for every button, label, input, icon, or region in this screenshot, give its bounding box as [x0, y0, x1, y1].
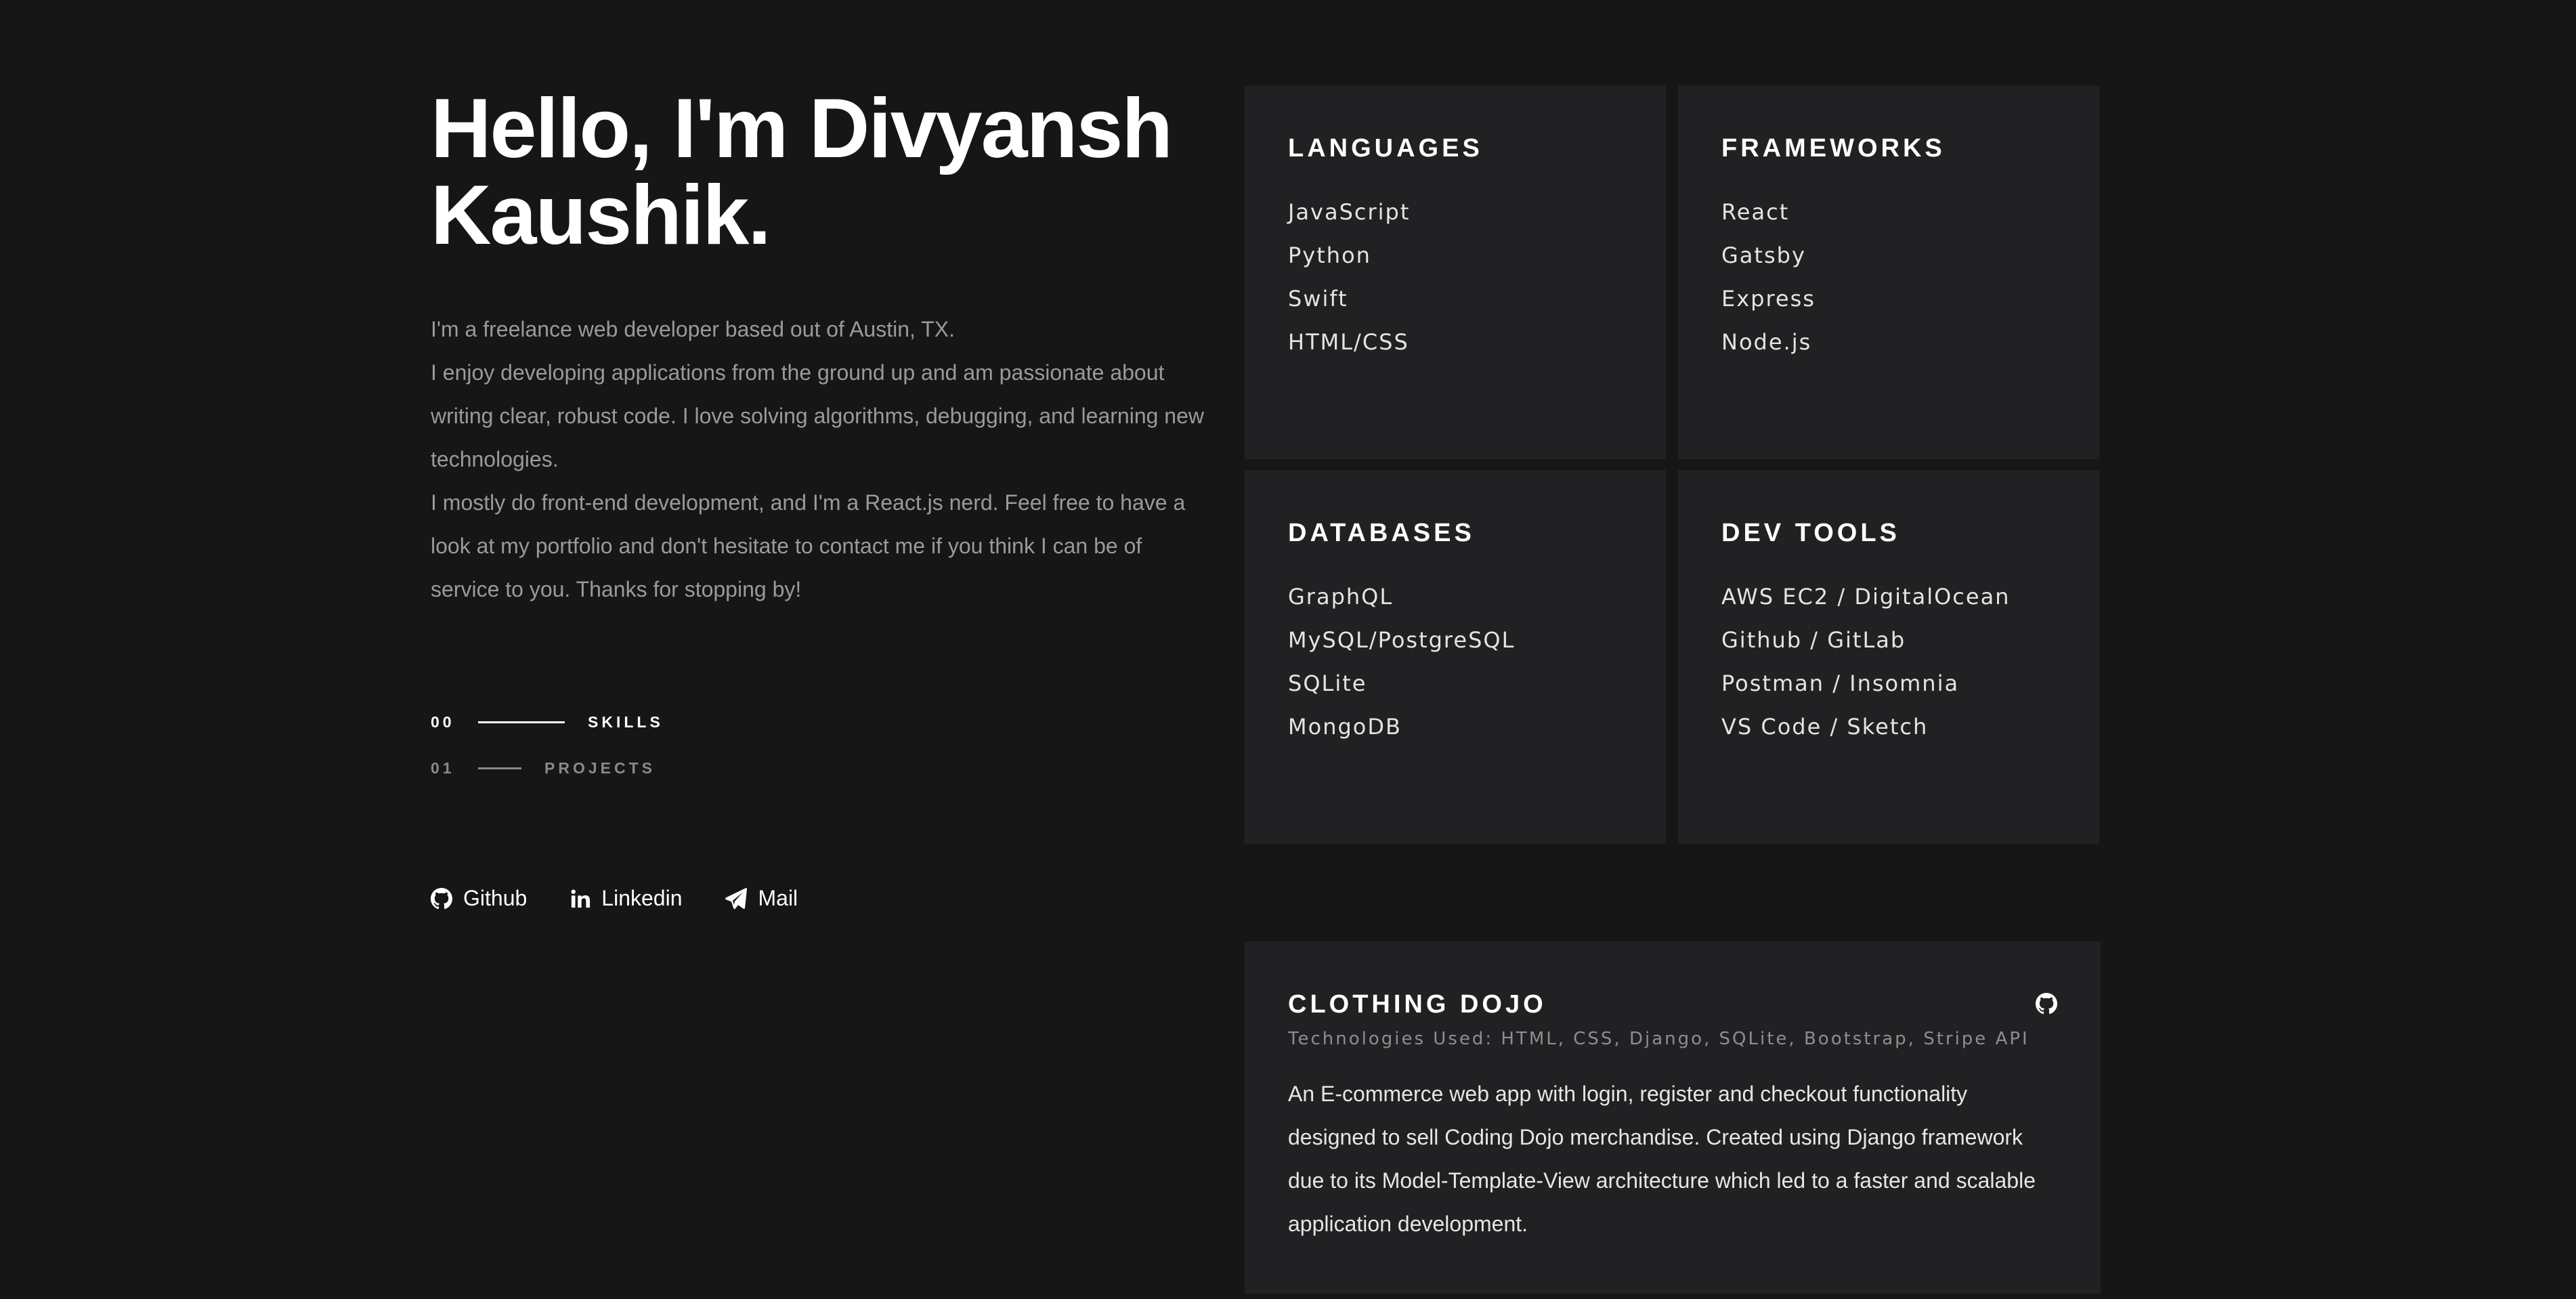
nav-label: SKILLS [588, 712, 664, 731]
project-header: CLOTHING DOJO [1288, 990, 2057, 1019]
linkedin-label: Linkedin [601, 886, 683, 910]
linkedin-link[interactable]: Linkedin [570, 886, 682, 911]
nav-number: 00 [431, 712, 455, 731]
nav-label: PROJECTS [544, 759, 656, 777]
skill-list: GraphQL MySQL/PostgreSQL SQLite MongoDB [1288, 575, 1666, 748]
card-title: DATABASES [1288, 519, 1475, 547]
mail-label: Mail [758, 886, 798, 910]
github-label: Github [463, 886, 528, 910]
skills-card-dev-tools: DEV TOOLS AWS EC2 / DigitalOcean Github … [1678, 470, 2099, 844]
project-title: CLOTHING DOJO [1288, 990, 1547, 1019]
card-title: FRAMEWORKS [1721, 134, 1946, 163]
skill-item: HTML/CSS [1288, 329, 1409, 355]
social-links: Github Linkedin Mail [431, 886, 1209, 911]
skills-card-databases: DATABASES GraphQL MySQL/PostgreSQL SQLit… [1245, 470, 1666, 844]
nav-line [478, 767, 521, 769]
nav-line [478, 721, 565, 723]
skill-item: JavaScript [1288, 199, 1411, 225]
paper-plane-icon [725, 887, 748, 909]
bio: I'm a freelance web developer based out … [431, 307, 1209, 611]
project-technologies: Technologies Used: HTML, CSS, Django, SQ… [1288, 1029, 2030, 1049]
bio-paragraph-3: I mostly do front-end development, and I… [431, 490, 1186, 601]
skill-item: MySQL/PostgreSQL [1288, 627, 1516, 653]
skill-list: AWS EC2 / DigitalOcean Github / GitLab P… [1721, 575, 2099, 748]
title-line-2: Kaushik. [431, 169, 771, 262]
skill-item: Github / GitLab [1721, 627, 1906, 653]
skill-item: React [1721, 199, 1790, 225]
skill-list: React Gatsby Express Node.js [1721, 190, 2099, 364]
project-description: An E-commerce web app with login, regist… [1288, 1082, 2036, 1236]
mail-link[interactable]: Mail [725, 886, 798, 911]
skill-item: AWS EC2 / DigitalOcean [1721, 584, 2011, 610]
bio-paragraph-2: I enjoy developing applications from the… [431, 360, 1204, 471]
github-link[interactable]: Github [431, 886, 527, 911]
page-title: Hello, I'm Divyansh Kaushik. [431, 85, 1209, 259]
linkedin-icon [571, 889, 591, 908]
skill-item: VS Code / Sketch [1721, 714, 1929, 740]
skill-item: Python [1288, 242, 1371, 268]
nav-number: 01 [431, 759, 455, 777]
skill-item: Gatsby [1721, 242, 1806, 268]
skills-card-frameworks: FRAMEWORKS React Gatsby Express Node.js [1678, 85, 2099, 459]
project-card-clothing-dojo: CLOTHING DOJO Technologies Used: HTML, C… [1245, 941, 2101, 1294]
nav-item-skills[interactable]: 00 SKILLS [431, 699, 1209, 745]
skill-item: SQLite [1288, 670, 1367, 696]
card-title: LANGUAGES [1288, 134, 1483, 163]
section-nav: 00 SKILLS 01 PROJECTS [431, 699, 1209, 791]
skills-card-languages: LANGUAGES JavaScript Python Swift HTML/C… [1245, 85, 1666, 459]
github-icon [431, 887, 452, 909]
skill-item: Swift [1288, 286, 1348, 312]
title-line-1: Hello, I'm Divyansh [431, 82, 1173, 175]
skill-item: MongoDB [1288, 714, 1402, 740]
skill-list: JavaScript Python Swift HTML/CSS [1288, 190, 1666, 364]
nav-item-projects[interactable]: 01 PROJECTS [431, 745, 1209, 791]
skill-item: Postman / Insomnia [1721, 670, 1960, 696]
intro-section: Hello, I'm Divyansh Kaushik. I'm a freel… [431, 85, 1209, 911]
skill-item: Express [1721, 286, 1816, 312]
card-title: DEV TOOLS [1721, 519, 1900, 547]
skill-item: GraphQL [1288, 584, 1394, 610]
github-icon [2036, 993, 2057, 1015]
bio-paragraph-1: I'm a freelance web developer based out … [431, 317, 955, 341]
project-github-button[interactable] [2036, 993, 2057, 1018]
skill-item: Node.js [1721, 329, 1812, 355]
